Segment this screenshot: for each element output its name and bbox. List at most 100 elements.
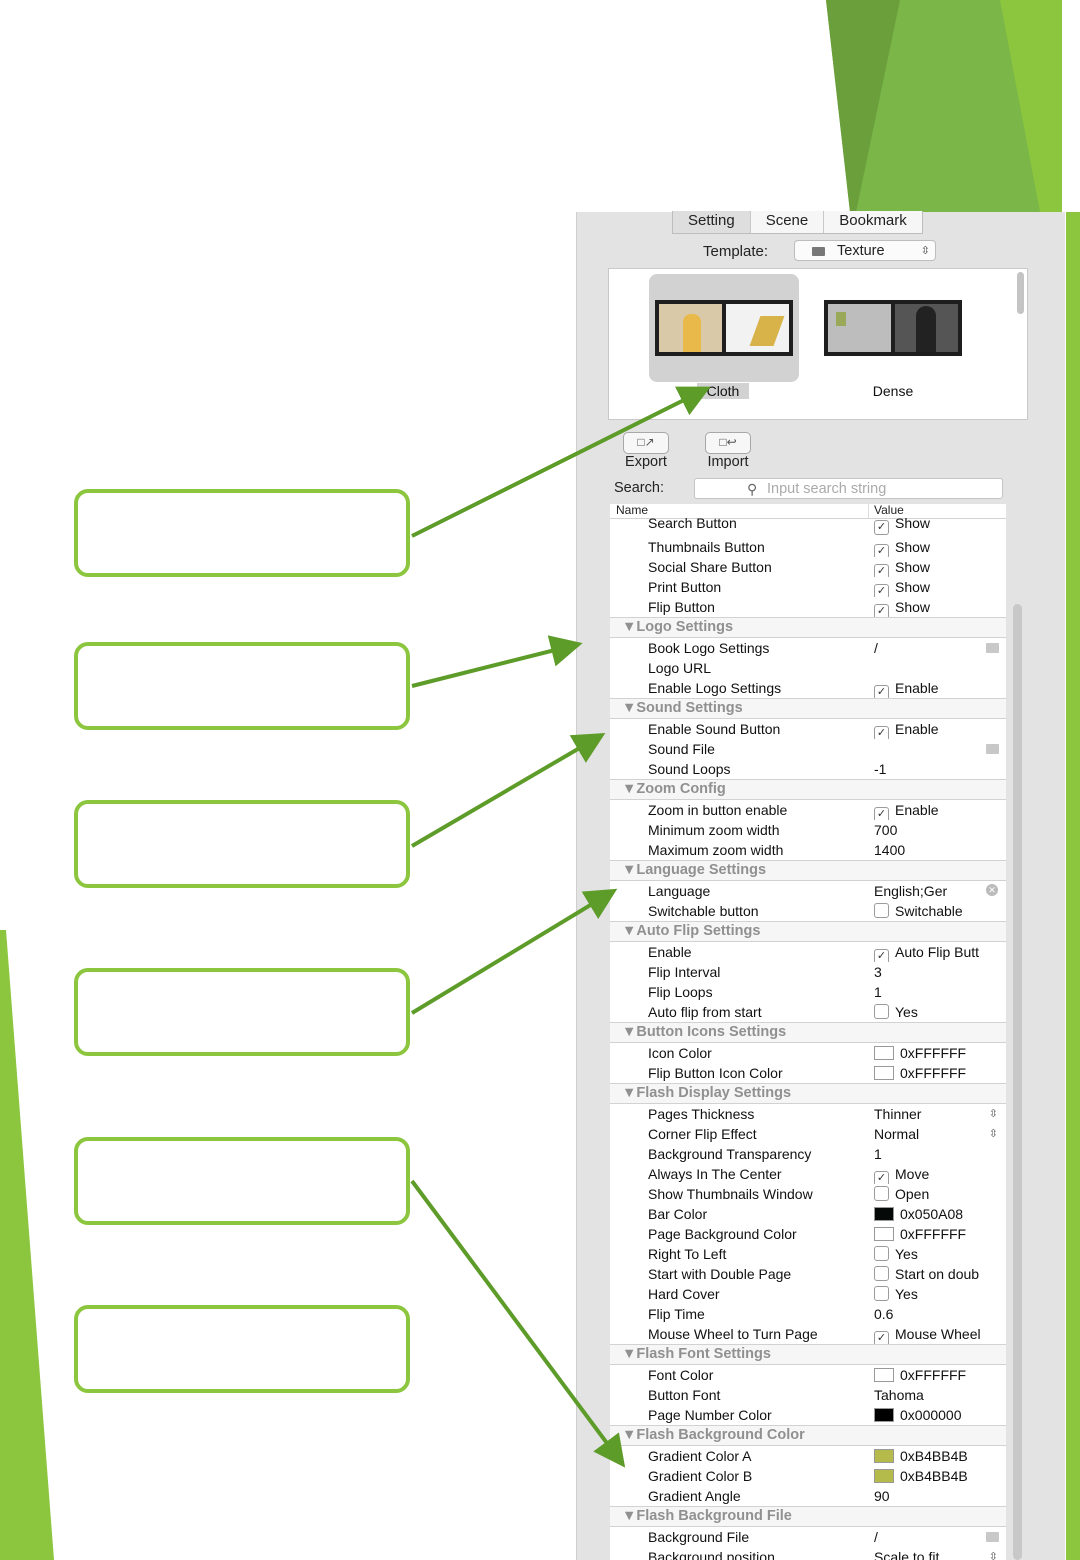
property-value[interactable]: ✓ Show — [874, 557, 1004, 577]
table-row[interactable]: Flip Interval 3 — [610, 962, 1006, 982]
property-value[interactable]: Thinner — [874, 1104, 1004, 1124]
checkbox-unchecked[interactable] — [874, 1246, 889, 1261]
export-button[interactable]: □↗ Export — [616, 432, 676, 470]
group-logo-settings[interactable]: ▼Logo Settings — [610, 617, 1006, 638]
property-value[interactable]: 1 — [874, 982, 1004, 1002]
group-zoom-config[interactable]: ▼Zoom Config — [610, 779, 1006, 800]
table-row[interactable]: Enable ✓ Auto Flip Butt — [610, 942, 1006, 962]
table-row[interactable]: Hard Cover Yes — [610, 1284, 1006, 1304]
property-value[interactable]: ✓ Show — [874, 597, 1004, 617]
checkbox-checked[interactable]: ✓ — [874, 807, 889, 820]
table-row[interactable]: Background Transparency 1 — [610, 1144, 1006, 1164]
property-value[interactable]: ✓ Auto Flip Butt — [874, 942, 1004, 962]
checkbox-checked[interactable]: ✓ — [874, 564, 889, 577]
updown-arrows-icon[interactable]: ⇳ — [989, 1547, 998, 1560]
group-button-icons-settings[interactable]: ▼Button Icons Settings — [610, 1022, 1006, 1043]
table-row[interactable]: Language English;Ger ✕ — [610, 881, 1006, 901]
table-row[interactable]: Maximum zoom width 1400 — [610, 840, 1006, 860]
table-row[interactable]: Always In The Center ✓ Move — [610, 1164, 1006, 1184]
property-value[interactable] — [874, 658, 1004, 678]
table-row[interactable]: Background position Scale to fit ⇳ — [610, 1547, 1006, 1560]
search-input[interactable] — [767, 479, 987, 498]
group-language-settings[interactable]: ▼Language Settings — [610, 860, 1006, 881]
checkbox-unchecked[interactable] — [874, 1186, 889, 1201]
property-value[interactable]: Start on doub — [874, 1264, 1004, 1284]
tab-scene[interactable]: Scene — [751, 211, 825, 233]
property-value[interactable]: English;Ger — [874, 881, 1004, 901]
property-value[interactable]: ✓ Show — [874, 537, 1004, 557]
tab-bookmark[interactable]: Bookmark — [824, 211, 922, 233]
color-swatch[interactable] — [874, 1449, 894, 1463]
color-swatch[interactable] — [874, 1207, 894, 1221]
folder-icon[interactable] — [986, 1532, 999, 1542]
clear-icon[interactable]: ✕ — [986, 884, 998, 896]
property-value[interactable]: ✓ Enable — [874, 800, 1004, 820]
table-row[interactable]: Font Color 0xFFFFFF — [610, 1365, 1006, 1385]
table-row[interactable]: Gradient Angle 90 — [610, 1486, 1006, 1506]
table-row[interactable]: Button Font Tahoma — [610, 1385, 1006, 1405]
table-row[interactable]: Logo URL — [610, 658, 1006, 678]
table-row[interactable]: Flip Button Icon Color 0xFFFFFF — [610, 1063, 1006, 1083]
property-value[interactable]: ✓ Show — [874, 517, 1004, 537]
table-row[interactable]: Show Thumbnails Window Open — [610, 1184, 1006, 1204]
table-row[interactable]: Page Background Color 0xFFFFFF — [610, 1224, 1006, 1244]
table-row[interactable]: Page Number Color 0x000000 — [610, 1405, 1006, 1425]
table-row[interactable]: Pages Thickness Thinner ⇳ — [610, 1104, 1006, 1124]
color-swatch[interactable] — [874, 1408, 894, 1422]
property-value[interactable]: 90 — [874, 1486, 1004, 1506]
table-row[interactable]: Social Share Button ✓ Show — [610, 557, 1006, 577]
checkbox-checked[interactable]: ✓ — [874, 1171, 889, 1184]
group-flash-display-settings[interactable]: ▼Flash Display Settings — [610, 1083, 1006, 1104]
property-value[interactable]: Tahoma — [874, 1385, 1004, 1405]
property-value[interactable]: ✓ Mouse Wheel — [874, 1324, 1004, 1344]
checkbox-checked[interactable]: ✓ — [874, 520, 889, 535]
property-value[interactable]: 0.6 — [874, 1304, 1004, 1324]
group-flash-font-settings[interactable]: ▼Flash Font Settings — [610, 1344, 1006, 1365]
table-row[interactable]: Gradient Color A 0xB4BB4B — [610, 1446, 1006, 1466]
property-value[interactable]: 1400 — [874, 840, 1004, 860]
checkbox-checked[interactable]: ✓ — [874, 584, 889, 597]
table-row[interactable]: Auto flip from start Yes — [610, 1002, 1006, 1022]
column-header-name[interactable]: Name — [616, 504, 648, 517]
table-row[interactable]: Icon Color 0xFFFFFF — [610, 1043, 1006, 1063]
property-value[interactable]: 700 — [874, 820, 1004, 840]
table-row[interactable]: Enable Sound Button ✓ Enable — [610, 719, 1006, 739]
table-row[interactable]: Bar Color 0x050A08 — [610, 1204, 1006, 1224]
property-value[interactable]: ✓ Show — [874, 577, 1004, 597]
import-button[interactable]: □↩ Import — [698, 432, 758, 470]
group-flash-background-file[interactable]: ▼Flash Background File — [610, 1506, 1006, 1527]
property-value[interactable]: 0xFFFFFF — [874, 1365, 1004, 1385]
table-row[interactable]: Book Logo Settings / — [610, 638, 1006, 658]
table-row[interactable]: Flip Loops 1 — [610, 982, 1006, 1002]
group-sound-settings[interactable]: ▼Sound Settings — [610, 698, 1006, 719]
gallery-scrollbar[interactable] — [1017, 272, 1024, 314]
property-value[interactable]: ✓ Move — [874, 1164, 1004, 1184]
table-row[interactable]: Print Button ✓ Show — [610, 577, 1006, 597]
checkbox-checked[interactable]: ✓ — [874, 604, 889, 617]
table-row[interactable]: Switchable button Switchable — [610, 901, 1006, 921]
table-row[interactable]: Start with Double Page Start on doub — [610, 1264, 1006, 1284]
color-swatch[interactable] — [874, 1469, 894, 1483]
checkbox-checked[interactable]: ✓ — [874, 949, 889, 962]
color-swatch[interactable] — [874, 1066, 894, 1080]
table-row[interactable]: Zoom in button enable ✓ Enable — [610, 800, 1006, 820]
property-value[interactable]: 0x050A08 — [874, 1204, 1004, 1224]
property-value[interactable]: 0xFFFFFF — [874, 1224, 1004, 1244]
property-value[interactable]: ✓ Enable — [874, 719, 1004, 739]
checkbox-checked[interactable]: ✓ — [874, 726, 889, 739]
template-thumb-dense[interactable] — [818, 274, 968, 382]
checkbox-checked[interactable]: ✓ — [874, 1331, 889, 1344]
property-value[interactable]: 0xB4BB4B — [874, 1446, 1004, 1466]
template-thumb-cloth[interactable] — [649, 274, 799, 382]
checkbox-checked[interactable]: ✓ — [874, 685, 889, 698]
property-value[interactable]: Yes — [874, 1284, 1004, 1304]
property-value[interactable]: 0xB4BB4B — [874, 1466, 1004, 1486]
folder-icon[interactable] — [986, 643, 999, 653]
updown-arrows-icon[interactable]: ⇳ — [989, 1104, 998, 1124]
template-select[interactable]: Texture ⇳ — [794, 240, 936, 261]
column-header-value[interactable]: Value — [874, 504, 904, 517]
checkbox-unchecked[interactable] — [874, 1004, 889, 1019]
tab-setting[interactable]: Setting — [673, 211, 751, 233]
table-row[interactable]: Thumbnails Button ✓ Show — [610, 537, 1006, 557]
property-value[interactable]: 1 — [874, 1144, 1004, 1164]
